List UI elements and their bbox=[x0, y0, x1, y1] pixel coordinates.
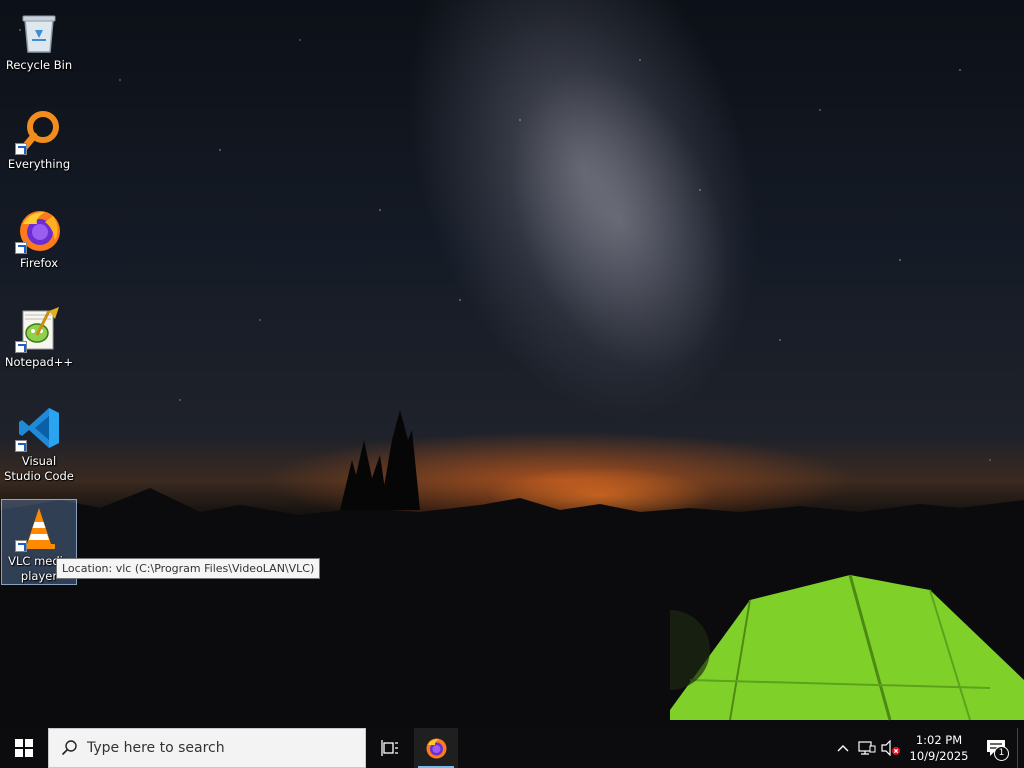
firefox-icon bbox=[15, 206, 63, 254]
notification-count-badge: 1 bbox=[994, 746, 1009, 761]
shortcut-arrow-icon bbox=[15, 242, 27, 254]
recycle-bin-icon bbox=[15, 8, 63, 56]
volume-muted-icon[interactable] bbox=[879, 728, 903, 768]
firefox-icon bbox=[426, 738, 447, 759]
taskbar-app-firefox[interactable] bbox=[414, 728, 458, 768]
icon-location-tooltip: Location: vlc (C:\Program Files\VideoLAN… bbox=[56, 558, 321, 579]
taskbar: Type here to search 1:02 PM 10/9/2025 1 bbox=[0, 728, 1024, 768]
clock-time: 1:02 PM bbox=[915, 733, 963, 747]
system-tray: 1:02 PM 10/9/2025 1 bbox=[831, 728, 1024, 768]
desktop-icon-everything[interactable]: Everything bbox=[2, 103, 76, 172]
task-view-button[interactable] bbox=[366, 728, 414, 768]
desktop-icon-label: Notepad++ bbox=[4, 355, 74, 369]
desktop-icon-label: Firefox bbox=[19, 256, 59, 270]
clock-date: 10/9/2025 bbox=[909, 749, 969, 763]
shortcut-arrow-icon bbox=[15, 341, 27, 353]
desktop-icon-firefox[interactable]: Firefox bbox=[2, 202, 76, 271]
shortcut-arrow-icon bbox=[15, 143, 27, 155]
desktop-icon-notepad-plus-plus[interactable]: Notepad++ bbox=[2, 301, 76, 370]
notepad-plus-plus-icon bbox=[15, 305, 63, 353]
task-view-icon bbox=[381, 740, 398, 756]
desktop-icon-label: Visual Studio Code bbox=[4, 454, 74, 483]
everything-search-icon bbox=[15, 107, 63, 155]
vscode-icon bbox=[15, 404, 63, 452]
search-icon bbox=[61, 740, 77, 756]
taskbar-clock[interactable]: 1:02 PM 10/9/2025 bbox=[903, 732, 975, 764]
action-center-button[interactable]: 1 bbox=[975, 728, 1017, 768]
show-desktop-button[interactable] bbox=[1017, 728, 1024, 768]
taskbar-search-box[interactable]: Type here to search bbox=[48, 728, 366, 768]
desktop[interactable]: Recycle Bin Everything Firefox Notepad++… bbox=[0, 0, 1024, 728]
shortcut-arrow-icon bbox=[15, 440, 27, 452]
wallpaper-green-tent bbox=[670, 574, 1024, 721]
desktop-icon-label: Everything bbox=[7, 157, 71, 171]
network-icon[interactable] bbox=[855, 728, 879, 768]
windows-logo-icon bbox=[15, 739, 33, 757]
vlc-cone-icon bbox=[15, 504, 63, 552]
desktop-icon-label: Recycle Bin bbox=[5, 58, 73, 72]
chevron-up-icon[interactable] bbox=[831, 728, 855, 768]
search-placeholder: Type here to search bbox=[87, 740, 225, 756]
desktop-icon-visual-studio-code[interactable]: Visual Studio Code bbox=[2, 400, 76, 484]
desktop-icon-recycle-bin[interactable]: Recycle Bin bbox=[2, 4, 76, 73]
start-button[interactable] bbox=[0, 728, 48, 768]
shortcut-arrow-icon bbox=[15, 540, 27, 552]
